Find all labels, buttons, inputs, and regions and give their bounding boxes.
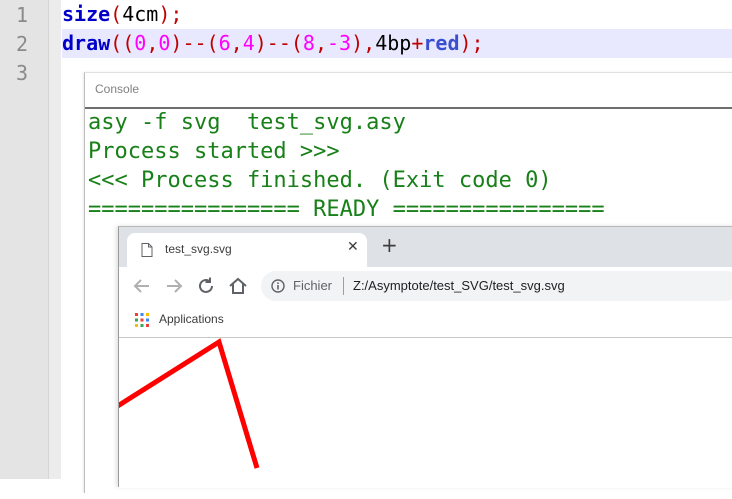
console-line-started: Process started >>> xyxy=(88,139,340,164)
tab-close-icon[interactable]: ✕ xyxy=(347,239,359,255)
back-arrow-icon[interactable] xyxy=(131,275,153,297)
point3-close: ) xyxy=(351,31,364,55)
tab-test-svg[interactable]: test_svg.svg ✕ xyxy=(127,233,367,267)
point3-y: -3 xyxy=(327,31,352,55)
home-icon[interactable] xyxy=(227,275,249,297)
apps-bookmark-label[interactable]: Applications xyxy=(159,312,224,326)
omnibox-separator xyxy=(343,277,344,295)
point1-comma: , xyxy=(146,31,159,55)
paren-close: ) xyxy=(158,2,171,26)
point2-comma: , xyxy=(230,31,243,55)
forward-arrow-icon[interactable] xyxy=(163,275,185,297)
path-join-1: -- xyxy=(182,31,207,55)
paren-open: ( xyxy=(110,2,123,26)
red-path xyxy=(103,338,260,469)
omnibox[interactable]: Fichier Z:/Asymptote/test_SVG/test_svg.s… xyxy=(261,271,732,301)
path-join-2: -- xyxy=(266,31,291,55)
line-number-3: 3 xyxy=(15,61,28,85)
point2-x: 6 xyxy=(218,31,231,55)
tab-title: test_svg.svg xyxy=(165,242,232,256)
paren-close: ) xyxy=(459,31,472,55)
scheme-label: Fichier xyxy=(293,278,333,293)
info-icon[interactable] xyxy=(271,279,285,293)
point2-close: ) xyxy=(254,31,267,55)
pen-color: red xyxy=(423,31,460,55)
point1-close: ) xyxy=(170,31,183,55)
editor-gutter: 1 2 3 xyxy=(0,0,48,479)
point3-comma: , xyxy=(314,31,328,55)
code-line-2[interactable]: draw((0,0)--(6,4)--(8,-3),4bp+red); xyxy=(62,29,732,58)
point1-open: ( xyxy=(122,31,135,55)
url-text[interactable]: Z:/Asymptote/test_SVG/test_svg.svg xyxy=(353,278,565,293)
page-viewport xyxy=(103,338,732,488)
semicolon: ; xyxy=(471,31,484,55)
line-number-2: 2 xyxy=(15,32,28,56)
new-tab-icon[interactable]: + xyxy=(381,235,398,255)
console-line-ready: ================ READY ================ xyxy=(88,197,605,222)
apps-grid-icon[interactable] xyxy=(135,313,149,327)
document-icon xyxy=(141,243,153,257)
keyword-size: size xyxy=(62,2,111,26)
point3-x: 8 xyxy=(302,31,315,55)
console-title: Console xyxy=(95,82,140,96)
keyword-draw: draw xyxy=(62,31,111,55)
reload-icon[interactable] xyxy=(195,275,217,297)
console-line-command: asy -f svg test_svg.asy xyxy=(88,110,406,135)
console-line-finished: <<< Process finished. (Exit code 0) xyxy=(88,168,552,193)
point1-x: 0 xyxy=(134,31,147,55)
semicolon: ; xyxy=(170,2,183,26)
tab-strip: test_svg.svg ✕ + xyxy=(119,227,732,267)
code-line-3[interactable] xyxy=(62,58,82,87)
arg-comma: , xyxy=(363,31,376,55)
pen-width: 4bp xyxy=(375,31,412,55)
code-line-1[interactable]: size(4cm); xyxy=(62,0,182,29)
pen-plus: + xyxy=(411,31,424,55)
point3-open: ( xyxy=(290,31,303,55)
fold-margin xyxy=(48,0,61,479)
browser-window: test_svg.svg ✕ + Fichier Z:/Asymptote/te… xyxy=(103,226,732,488)
point2-open: ( xyxy=(206,31,219,55)
size-arg: 4cm xyxy=(122,2,159,26)
line-number-1: 1 xyxy=(15,3,28,27)
rendered-svg-drawing xyxy=(103,338,260,469)
bookmarks-bar: Applications xyxy=(119,305,732,338)
point1-y: 0 xyxy=(158,31,171,55)
point2-y: 4 xyxy=(242,31,255,55)
paren-open: ( xyxy=(110,31,123,55)
browser-toolbar: Fichier Z:/Asymptote/test_SVG/test_svg.s… xyxy=(119,267,732,305)
